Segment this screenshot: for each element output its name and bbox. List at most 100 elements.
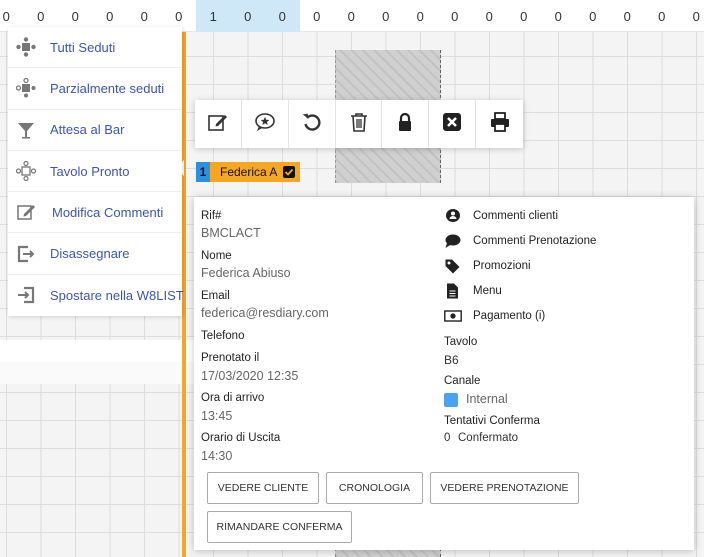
grid-band: [0, 362, 195, 384]
chip-guest-label: Federica A: [220, 165, 278, 179]
menu-item-label: Spostare nella W8LIST: [50, 287, 184, 303]
arrival-label: Ora di arrivo: [201, 392, 265, 404]
print-button[interactable]: [476, 100, 523, 148]
link-label: Promozioni: [473, 260, 531, 272]
email-value: federica@resdiary.com: [201, 306, 329, 320]
menu-item-spostare-w8list[interactable]: Spostare nella W8LIST: [8, 275, 184, 316]
booking-details-popup: Rif# BMCLACT Nome Federica Abiuso Email …: [194, 197, 694, 550]
link-payment[interactable]: Pagamento (i): [444, 306, 545, 326]
lock-button[interactable]: [382, 100, 430, 148]
move-to-waitlist-icon: [16, 285, 36, 305]
table-ready-icon: [15, 160, 37, 182]
chip-covers: 1: [196, 162, 210, 182]
departure-label: Orario di Uscita: [201, 432, 281, 444]
document-icon: [444, 283, 462, 299]
edit-icon: [207, 111, 229, 138]
channel-label: Canale: [444, 375, 481, 387]
link-booking-comments[interactable]: Commenti Prenotazione: [444, 231, 596, 251]
cocktail-glass-icon: [16, 120, 36, 140]
view-booking-button[interactable]: VEDERE PRENOTAZIONE: [430, 472, 579, 504]
cover-count-cell: 0: [451, 9, 459, 24]
view-client-button[interactable]: VEDERE CLIENTE: [207, 472, 319, 504]
menu-item-label: Tutti Seduti: [50, 39, 116, 55]
confirm-attempts-label: Tentativi Conferma: [444, 415, 540, 427]
menu-item-tavolo-pronto[interactable]: Tavolo Pronto: [8, 151, 182, 193]
ref-value: BMCLACT: [201, 226, 261, 240]
chip-guest-name: Federica A: [210, 162, 300, 182]
ref-label: Rif#: [201, 210, 222, 222]
table-all-seated-icon: [16, 37, 36, 57]
grid-band: [0, 340, 195, 362]
menu-item-label: Attesa al Bar: [50, 122, 125, 138]
name-label: Nome: [201, 250, 232, 262]
cover-count-cell: 0: [230, 0, 265, 32]
speech-bubble-icon: [444, 233, 462, 249]
cover-count-cell: 0: [347, 9, 355, 24]
menu-item-label: Parzialmente seduti: [50, 80, 165, 96]
comment-button[interactable]: [242, 100, 289, 148]
banknote-icon: [444, 308, 462, 324]
phone-label: Telefono: [201, 330, 245, 342]
user-comment-icon: [444, 208, 462, 224]
undo-icon: [301, 111, 323, 138]
delete-button[interactable]: [336, 100, 383, 148]
link-menu[interactable]: Menu: [444, 281, 502, 301]
cover-count-cell: 1: [196, 0, 231, 32]
arrival-value: 13:45: [201, 409, 233, 423]
menu-item-attesa-al-bar[interactable]: Attesa al Bar: [8, 110, 182, 151]
confirm-status: Confermato: [458, 432, 519, 444]
undo-button[interactable]: [289, 100, 336, 148]
cancel-button[interactable]: [429, 100, 477, 148]
confirm-attempts-count: 0: [444, 432, 451, 444]
cover-count-cell: 0: [589, 9, 597, 24]
link-label: Menu: [473, 285, 502, 297]
menu-item-label: Tavolo Pronto: [50, 163, 130, 179]
tag-icon: [444, 258, 462, 274]
menu-item-tutti-seduti[interactable]: Tutti Seduti: [8, 27, 182, 69]
menu-item-modifica-commenti[interactable]: Modifica Commenti: [8, 192, 182, 234]
link-label: Commenti clienti: [473, 210, 558, 222]
cover-count-cell: 0: [623, 9, 631, 24]
cover-count-cell: 0: [554, 9, 562, 24]
status-menu: Tutti Seduti Parzialmente seduti Attesa …: [8, 27, 184, 316]
booking-chip[interactable]: 1 Federica A: [196, 162, 300, 182]
table-partially-seated-icon: [15, 78, 36, 98]
edit-comment-icon: [16, 202, 36, 222]
channel-value: Internal: [466, 392, 508, 406]
menu-item-disassegnare[interactable]: Disassegnare: [8, 233, 182, 275]
cover-count-cell: 0: [416, 9, 424, 24]
departure-value: 14:30: [201, 449, 233, 463]
cover-count-cell: 0: [485, 9, 493, 24]
menu-item-parzialmente-seduti[interactable]: Parzialmente seduti: [8, 68, 182, 110]
menu-item-label: Modifica Commenti: [52, 204, 164, 220]
link-customer-comments[interactable]: Commenti clienti: [444, 206, 558, 226]
edit-booking-button[interactable]: [195, 100, 242, 148]
resend-confirmation-button[interactable]: RIMANDARE CONFERMA: [207, 511, 352, 543]
name-value: Federica Abiuso: [201, 266, 291, 280]
booking-action-toolbar: [195, 100, 523, 148]
link-promotions[interactable]: Promozioni: [444, 256, 531, 276]
cover-count-cell: 0: [265, 0, 300, 32]
check-icon: [283, 166, 295, 178]
comment-star-icon: [254, 111, 276, 138]
trash-icon: [348, 111, 370, 138]
cover-count-cell: 0: [382, 9, 390, 24]
cover-count-cell: 0: [692, 9, 700, 24]
channel-color-swatch: [444, 393, 458, 407]
link-label: Commenti Prenotazione: [473, 235, 597, 247]
menu-item-label: Disassegnare: [50, 246, 130, 262]
booked-label: Prenotato il: [201, 352, 260, 364]
cover-count-cell: 0: [313, 9, 321, 24]
cover-count-cell: 0: [520, 9, 528, 24]
close-box-icon: [441, 111, 463, 138]
booked-value: 17/03/2020 12:35: [201, 369, 299, 383]
lock-icon: [394, 111, 416, 138]
unassign-icon: [16, 244, 36, 264]
link-label: Pagamento (i): [473, 310, 546, 322]
table-value: B6: [444, 353, 459, 367]
history-button[interactable]: CRONOLOGIA: [326, 472, 423, 504]
email-label: Email: [201, 290, 230, 302]
printer-icon: [489, 111, 511, 138]
cover-count-cell: 0: [658, 9, 666, 24]
table-label: Tavolo: [444, 336, 478, 348]
